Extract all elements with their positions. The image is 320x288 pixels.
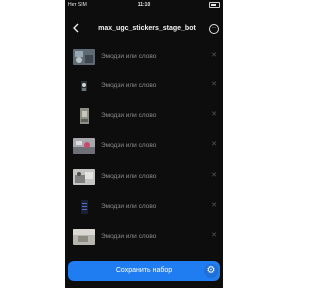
sticker-emoji-input[interactable]: Эмодзи или слово	[101, 233, 156, 240]
status-bar: Нет SIM 11:10	[65, 0, 223, 10]
sticker-thumbnail	[73, 169, 95, 185]
sticker-emoji-input[interactable]: Эмодзи или слово	[101, 53, 156, 60]
save-set-label: Сохранить набор	[115, 267, 173, 274]
phone-screen: Нет SIM 11:10 max_ugc_stickers_stage_bot…	[65, 0, 223, 288]
more-icon[interactable]: ···	[209, 24, 219, 34]
clock: 11:10	[137, 2, 151, 8]
sticker-row[interactable]: Эмодзи или слово ✕	[65, 75, 223, 97]
sticker-emoji-input[interactable]: Эмодзи или слово	[101, 142, 156, 149]
header: max_ugc_stickers_stage_bot ···	[65, 15, 223, 39]
remove-sticker-icon[interactable]: ✕	[211, 232, 217, 240]
chevron-left-icon	[73, 23, 79, 33]
page-title: max_ugc_stickers_stage_bot	[98, 25, 196, 32]
gear-icon[interactable]: ⚙	[204, 264, 218, 278]
sticker-thumbnail	[73, 78, 95, 94]
sticker-thumbnail	[73, 229, 95, 245]
remove-sticker-icon[interactable]: ✕	[211, 111, 217, 119]
sticker-emoji-input[interactable]: Эмодзи или слово	[101, 203, 156, 210]
remove-sticker-icon[interactable]: ✕	[211, 52, 217, 60]
remove-sticker-icon[interactable]: ✕	[211, 172, 217, 180]
sticker-emoji-input[interactable]: Эмодзи или слово	[101, 112, 156, 119]
remove-sticker-icon[interactable]: ✕	[211, 141, 217, 149]
battery-icon	[209, 2, 220, 8]
back-icon[interactable]	[70, 22, 82, 34]
sticker-row[interactable]: Эмодзи или слово ✕	[65, 135, 223, 157]
sticker-row[interactable]: Эмодзи или слово ✕	[65, 226, 223, 248]
sticker-row[interactable]: Эмодзи или слово ✕	[65, 46, 223, 68]
sticker-emoji-input[interactable]: Эмодзи или слово	[101, 82, 156, 89]
sticker-row[interactable]: Эмодзи или слово ✕	[65, 105, 223, 127]
sticker-thumbnail	[73, 138, 95, 154]
remove-sticker-icon[interactable]: ✕	[211, 202, 217, 210]
sticker-thumbnail	[73, 199, 95, 215]
sticker-row[interactable]: Эмодзи или слово ✕	[65, 196, 223, 218]
sticker-row[interactable]: Эмодзи или слово ✕	[65, 166, 223, 188]
sticker-thumbnail	[73, 49, 95, 65]
sticker-thumbnail	[73, 108, 95, 124]
remove-sticker-icon[interactable]: ✕	[211, 81, 217, 89]
save-set-button[interactable]: Сохранить набор	[68, 261, 220, 281]
sticker-emoji-input[interactable]: Эмодзи или слово	[101, 173, 156, 180]
